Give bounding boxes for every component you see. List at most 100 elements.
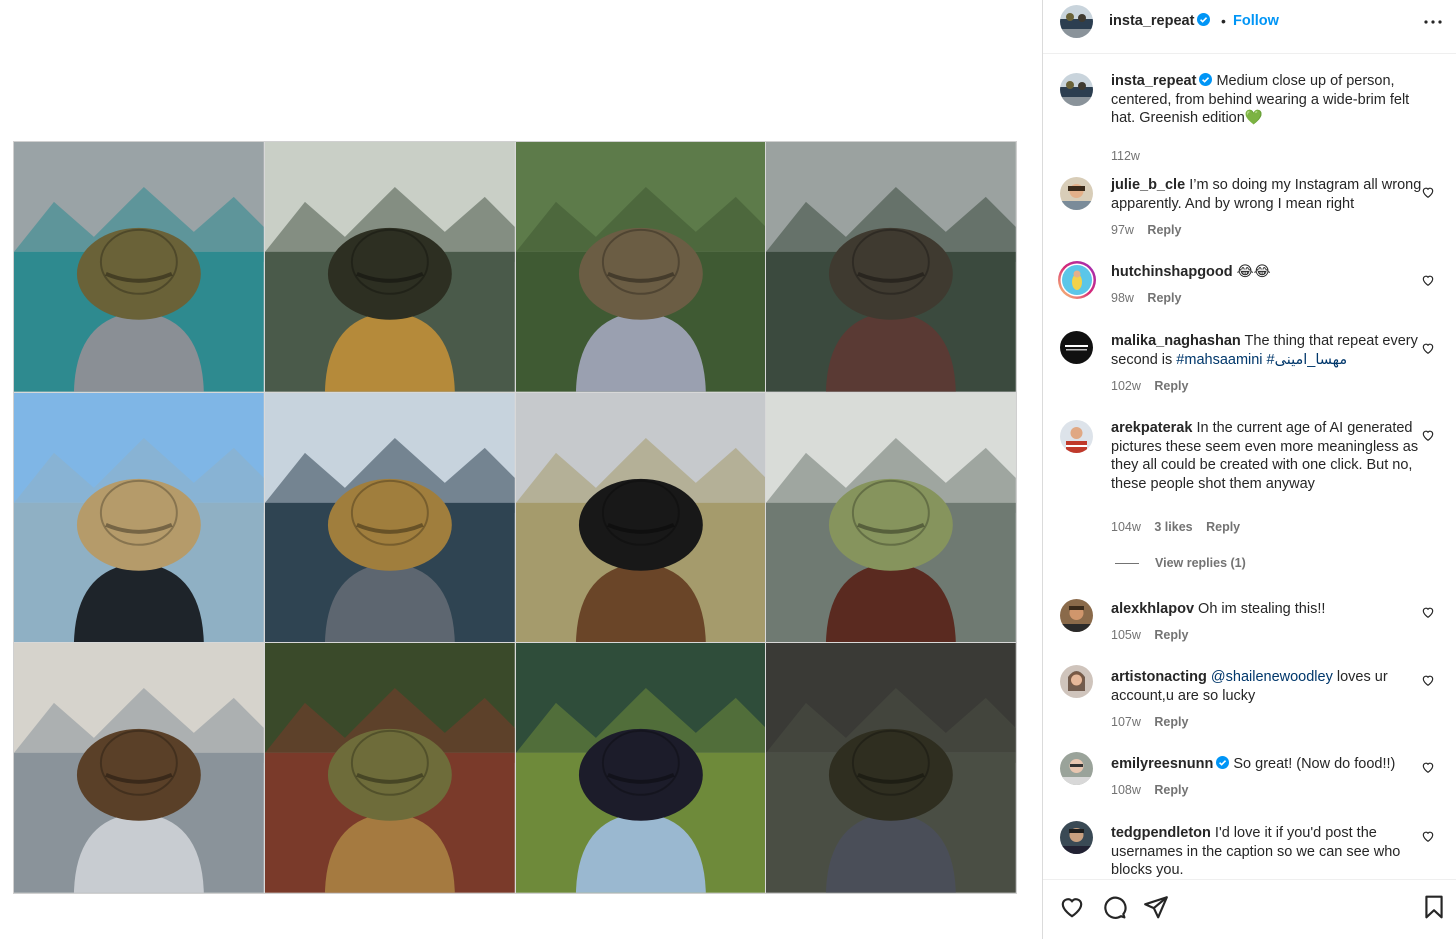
author-username[interactable]: insta_repeat: [1109, 13, 1211, 29]
tile-valley-lake-illustration: [515, 643, 766, 893]
commenter-avatar-story-ring[interactable]: [1057, 260, 1097, 300]
comment-text: arekpaterak In the current age of AI gen…: [1111, 419, 1423, 493]
reply-button[interactable]: Reply: [1154, 783, 1188, 797]
view-replies-label: View replies (1): [1155, 556, 1246, 570]
author-username-text: insta_repeat: [1109, 13, 1195, 29]
tile-waterfall-illustration: [766, 643, 1016, 893]
reply-button[interactable]: Reply: [1147, 291, 1181, 305]
comment-meta: 105w Reply: [1111, 628, 1198, 642]
heart-icon[interactable]: [1421, 605, 1435, 619]
commenter-avatar[interactable]: [1060, 177, 1093, 210]
comment-meta: 102w Reply: [1111, 379, 1198, 393]
tile-beach-fog-illustration: [14, 392, 264, 643]
heart-icon[interactable]: [1059, 894, 1085, 920]
tile-misty-cliff: [766, 142, 1016, 392]
heart-icon[interactable]: [1421, 428, 1435, 442]
caption-item: insta_repeat Medium close up of person, …: [1043, 69, 1456, 163]
comment-username[interactable]: malika_naghashan: [1111, 333, 1241, 349]
heart-icon[interactable]: [1421, 673, 1435, 687]
comment-time[interactable]: 97w: [1111, 223, 1134, 237]
tile-autumn-forest-illustration: [264, 643, 515, 893]
comment-meta: 104w 3 likes Reply: [1111, 520, 1250, 534]
tile-forest-bridge: [515, 142, 766, 392]
bookmark-icon[interactable]: [1421, 894, 1447, 920]
comment-time[interactable]: 107w: [1111, 715, 1141, 729]
separator-dot: •: [1221, 13, 1226, 29]
mention-link[interactable]: @shailenewoodley: [1211, 669, 1333, 685]
heart-icon[interactable]: [1421, 829, 1435, 843]
divider-line: [1115, 563, 1139, 565]
comment-text: julie_b_cle I’m so doing my Instagram al…: [1111, 176, 1423, 213]
reply-button[interactable]: Reply: [1154, 715, 1188, 729]
follow-button[interactable]: Follow: [1233, 13, 1279, 29]
comment-username[interactable]: artistonacting: [1111, 669, 1207, 685]
verified-badge-icon: [1216, 756, 1230, 769]
heart-icon[interactable]: [1421, 760, 1435, 774]
tile-forest-bridge-illustration: [515, 142, 766, 392]
tile-foggy-meadow: [515, 392, 766, 643]
comment-likes[interactable]: 3 likes: [1154, 520, 1192, 534]
comment-text: emilyreesnunn So great! (Now do food!!): [1111, 755, 1423, 774]
comments-list[interactable]: insta_repeat Medium close up of person, …: [1043, 55, 1456, 879]
comment-username[interactable]: emilyreesnunn: [1111, 756, 1213, 772]
post-side-panel: insta_repeat • Follow insta_repeat Mediu…: [1042, 0, 1456, 939]
comment-username[interactable]: hutchinshapgood: [1111, 264, 1233, 280]
heart-icon[interactable]: [1421, 341, 1435, 355]
view-replies-button[interactable]: View replies (1): [1115, 556, 1246, 570]
post-media[interactable]: [0, 0, 1042, 939]
caption-meta: 112w: [1111, 149, 1150, 163]
commenter-avatar[interactable]: [1060, 821, 1093, 854]
comment-icon[interactable]: [1101, 894, 1127, 920]
reply-button[interactable]: Reply: [1206, 520, 1240, 534]
photo-grid: [13, 141, 1017, 894]
tile-boat-sea-illustration: [14, 643, 264, 893]
comment-username[interactable]: arekpaterak: [1111, 420, 1192, 436]
comment-meta: 107w Reply: [1111, 715, 1198, 729]
commenter-avatar[interactable]: [1060, 331, 1093, 364]
caption-username[interactable]: insta_repeat: [1111, 73, 1196, 89]
comment-time[interactable]: 104w: [1111, 520, 1141, 534]
share-paper-plane-icon[interactable]: [1143, 894, 1169, 920]
comment-body: So great! (Now do food!!): [1233, 756, 1396, 772]
reply-button[interactable]: Reply: [1154, 628, 1188, 642]
verified-badge-icon: [1197, 13, 1211, 26]
comment-body: 😂😂: [1236, 264, 1271, 280]
comment-time[interactable]: 108w: [1111, 783, 1141, 797]
comment-time[interactable]: 102w: [1111, 379, 1141, 393]
tile-misty-cliff-illustration: [766, 142, 1016, 392]
tile-reflection-lake-illustration: [264, 142, 515, 392]
tile-lake-mountains: [14, 142, 264, 392]
comment-text: alexkhlapov Oh im stealing this!!: [1111, 600, 1423, 619]
comment-meta: 108w Reply: [1111, 783, 1198, 797]
commenter-avatar[interactable]: [1060, 599, 1093, 632]
comment-username[interactable]: julie_b_cle: [1111, 177, 1185, 193]
comment-meta: 97w Reply: [1111, 223, 1191, 237]
reply-button[interactable]: Reply: [1154, 379, 1188, 393]
hashtag-link[interactable]: #mahsaamini #مهسا_امینی: [1176, 352, 1347, 368]
reply-button[interactable]: Reply: [1147, 223, 1181, 237]
tile-reflection-lake: [264, 142, 515, 392]
commenter-avatar[interactable]: [1060, 420, 1093, 453]
author-avatar[interactable]: [1060, 5, 1093, 38]
caption-avatar[interactable]: [1060, 73, 1093, 106]
heart-icon[interactable]: [1421, 185, 1435, 199]
caption-time[interactable]: 112w: [1111, 149, 1140, 163]
tile-autumn-forest: [264, 643, 515, 893]
comment-meta: 98w Reply: [1111, 291, 1191, 305]
more-horizontal-icon[interactable]: [1421, 10, 1445, 34]
comment-time[interactable]: 98w: [1111, 291, 1134, 305]
comment-time[interactable]: 105w: [1111, 628, 1141, 642]
tile-valley-lake: [515, 643, 766, 893]
commenter-avatar[interactable]: [1060, 665, 1093, 698]
caption-text: insta_repeat Medium close up of person, …: [1111, 72, 1423, 128]
comment-username[interactable]: tedgpendleton: [1111, 825, 1211, 841]
tile-lake-mountains-illustration: [14, 142, 264, 392]
tile-boat-sea: [14, 643, 264, 893]
tile-waterfall: [766, 643, 1016, 893]
heart-icon[interactable]: [1421, 273, 1435, 287]
tile-snowy-peak: [264, 392, 515, 643]
comment-text: hutchinshapgood 😂😂: [1111, 263, 1423, 282]
tile-still-water-illustration: [766, 392, 1016, 643]
comment-username[interactable]: alexkhlapov: [1111, 601, 1194, 617]
commenter-avatar[interactable]: [1060, 752, 1093, 785]
